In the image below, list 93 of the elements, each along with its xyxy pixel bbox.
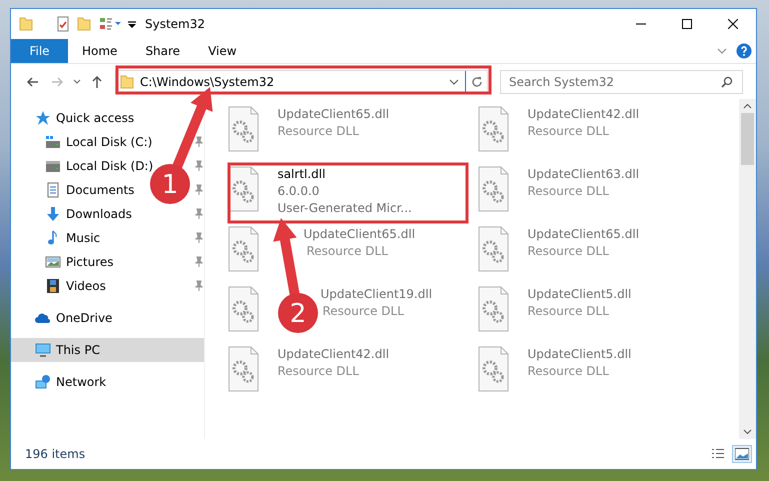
file-detail: User-Generated Micr...: [277, 200, 412, 217]
dll-file-icon: [227, 226, 262, 274]
chevron-down-icon: [73, 79, 81, 84]
file-detail: Resource DLL: [277, 363, 359, 380]
picture-icon: [45, 254, 61, 270]
file-detail: 6.0.0.0: [277, 183, 320, 200]
pin-icon[interactable]: [194, 208, 204, 220]
nav-item[interactable]: Documents: [45, 178, 140, 202]
up-arrow-icon: [90, 74, 104, 88]
pin-icon[interactable]: [194, 136, 204, 148]
ribbon-tab[interactable]: Home: [68, 39, 132, 63]
file-detail: Resource DLL: [322, 303, 404, 320]
window-title: System32: [145, 16, 206, 33]
file-item[interactable]: UpdateClient65.dll Resource DLL: [475, 224, 714, 282]
download-arrow-icon: [45, 206, 61, 222]
file-item[interactable]: UpdateClient42.dll Resource DLL: [225, 344, 464, 402]
address-bar[interactable]: C:\Windows\System32: [115, 70, 488, 94]
file-item[interactable]: salrtl.dll 6.0.0.0 User-Generated Micr...: [225, 164, 464, 222]
file-detail: Resource DLL: [527, 303, 609, 320]
dll-file-icon: [477, 106, 512, 154]
drive-icon: [45, 158, 61, 174]
dropdown-icon[interactable]: [449, 76, 459, 86]
search-field[interactable]: Search System32: [500, 70, 743, 94]
file-name: UpdateClient19.dll: [320, 286, 432, 303]
customize-dropdown-icon[interactable]: [127, 19, 137, 29]
properties-icon[interactable]: [55, 16, 71, 32]
maximize-icon: [682, 19, 692, 29]
nav-item[interactable]: Quick access: [35, 106, 140, 130]
dll-file-icon: [227, 286, 262, 334]
dll-file-icon: [477, 226, 512, 274]
file-name: UpdateClient65.dll: [527, 226, 640, 243]
nav-item[interactable]: Pictures: [45, 250, 120, 274]
file-item[interactable]: UpdateClient5.dll Resource DLL: [475, 344, 714, 402]
nav-item[interactable]: Music: [45, 226, 106, 250]
folder-icon: [120, 74, 136, 90]
pin-icon[interactable]: [194, 184, 204, 196]
refresh-icon: [470, 76, 482, 88]
file-name: UpdateClient63.dll: [527, 166, 640, 183]
file-item[interactable]: UpdateClient65.dll Resource DLL: [225, 104, 464, 162]
film-strip-icon: [45, 278, 61, 294]
file-item[interactable]: UpdateClient5.dll Resource DLL: [475, 284, 714, 342]
dll-file-icon: [227, 346, 262, 394]
file-item[interactable]: UpdateClient42.dll Resource DLL: [475, 104, 714, 162]
dll-file-icon: [477, 346, 512, 394]
search-icon[interactable]: [721, 76, 733, 88]
item-count: 196 items: [25, 446, 86, 463]
close-icon: [728, 19, 738, 29]
document-icon: [45, 182, 61, 198]
file-item[interactable]: UpdateClient63.dll Resource DLL: [475, 164, 714, 222]
ribbon-tab[interactable]: Share: [131, 39, 194, 63]
file-name: UpdateClient65.dll: [303, 226, 416, 243]
file-item[interactable]: UpdateClient65.dll Resource DLL: [225, 224, 464, 282]
file-detail: Resource DLL: [527, 183, 609, 200]
scroll-thumb[interactable]: [741, 113, 754, 165]
monitor-icon: [35, 342, 51, 358]
pin-icon[interactable]: [194, 160, 204, 172]
file-name: UpdateClient42.dll: [277, 346, 390, 363]
file-detail: Resource DLL: [527, 243, 609, 260]
file-name: salrtl.dll: [277, 166, 326, 183]
back-arrow-icon: [26, 74, 40, 88]
pin-icon[interactable]: [194, 232, 204, 244]
help-icon[interactable]: [736, 43, 752, 59]
file-name: UpdateClient5.dll: [527, 346, 632, 363]
dll-file-icon: [477, 286, 512, 334]
file-detail: Resource DLL: [527, 123, 609, 140]
nav-item[interactable]: Downloads: [45, 202, 138, 226]
pin-icon[interactable]: [194, 256, 204, 268]
file-detail: Resource DLL: [527, 363, 609, 380]
file-name: UpdateClient42.dll: [527, 106, 640, 123]
picture-frame-icon: [735, 448, 749, 460]
file-name: UpdateClient5.dll: [527, 286, 632, 303]
list-icon: [711, 448, 725, 460]
star-icon: [35, 110, 51, 126]
dll-file-icon: [477, 166, 512, 214]
file-detail: Resource DLL: [306, 243, 388, 260]
nav-item[interactable]: OneDrive: [35, 306, 118, 330]
step-badge: 2: [278, 293, 318, 333]
pin-icon[interactable]: [194, 280, 204, 292]
network-icon: [35, 374, 51, 390]
address-path: C:\Windows\System32: [140, 74, 276, 90]
nav-item[interactable]: Local Disk (C:): [45, 130, 158, 154]
ribbon-tab[interactable]: View: [194, 39, 251, 63]
dll-file-icon: [227, 106, 262, 154]
file-detail: Resource DLL: [277, 123, 359, 140]
nav-item[interactable]: Videos: [45, 274, 112, 298]
large-icons-view-button[interactable]: [732, 445, 752, 463]
forward-arrow-icon: [50, 74, 64, 88]
nav-item[interactable]: Network: [35, 370, 112, 394]
drive-icon: [45, 134, 61, 150]
file-menu-button[interactable]: File: [11, 39, 68, 63]
file-name: UpdateClient65.dll: [277, 106, 390, 123]
scrollbar[interactable]: [739, 99, 756, 439]
layout-dropdown-icon[interactable]: [99, 16, 121, 32]
